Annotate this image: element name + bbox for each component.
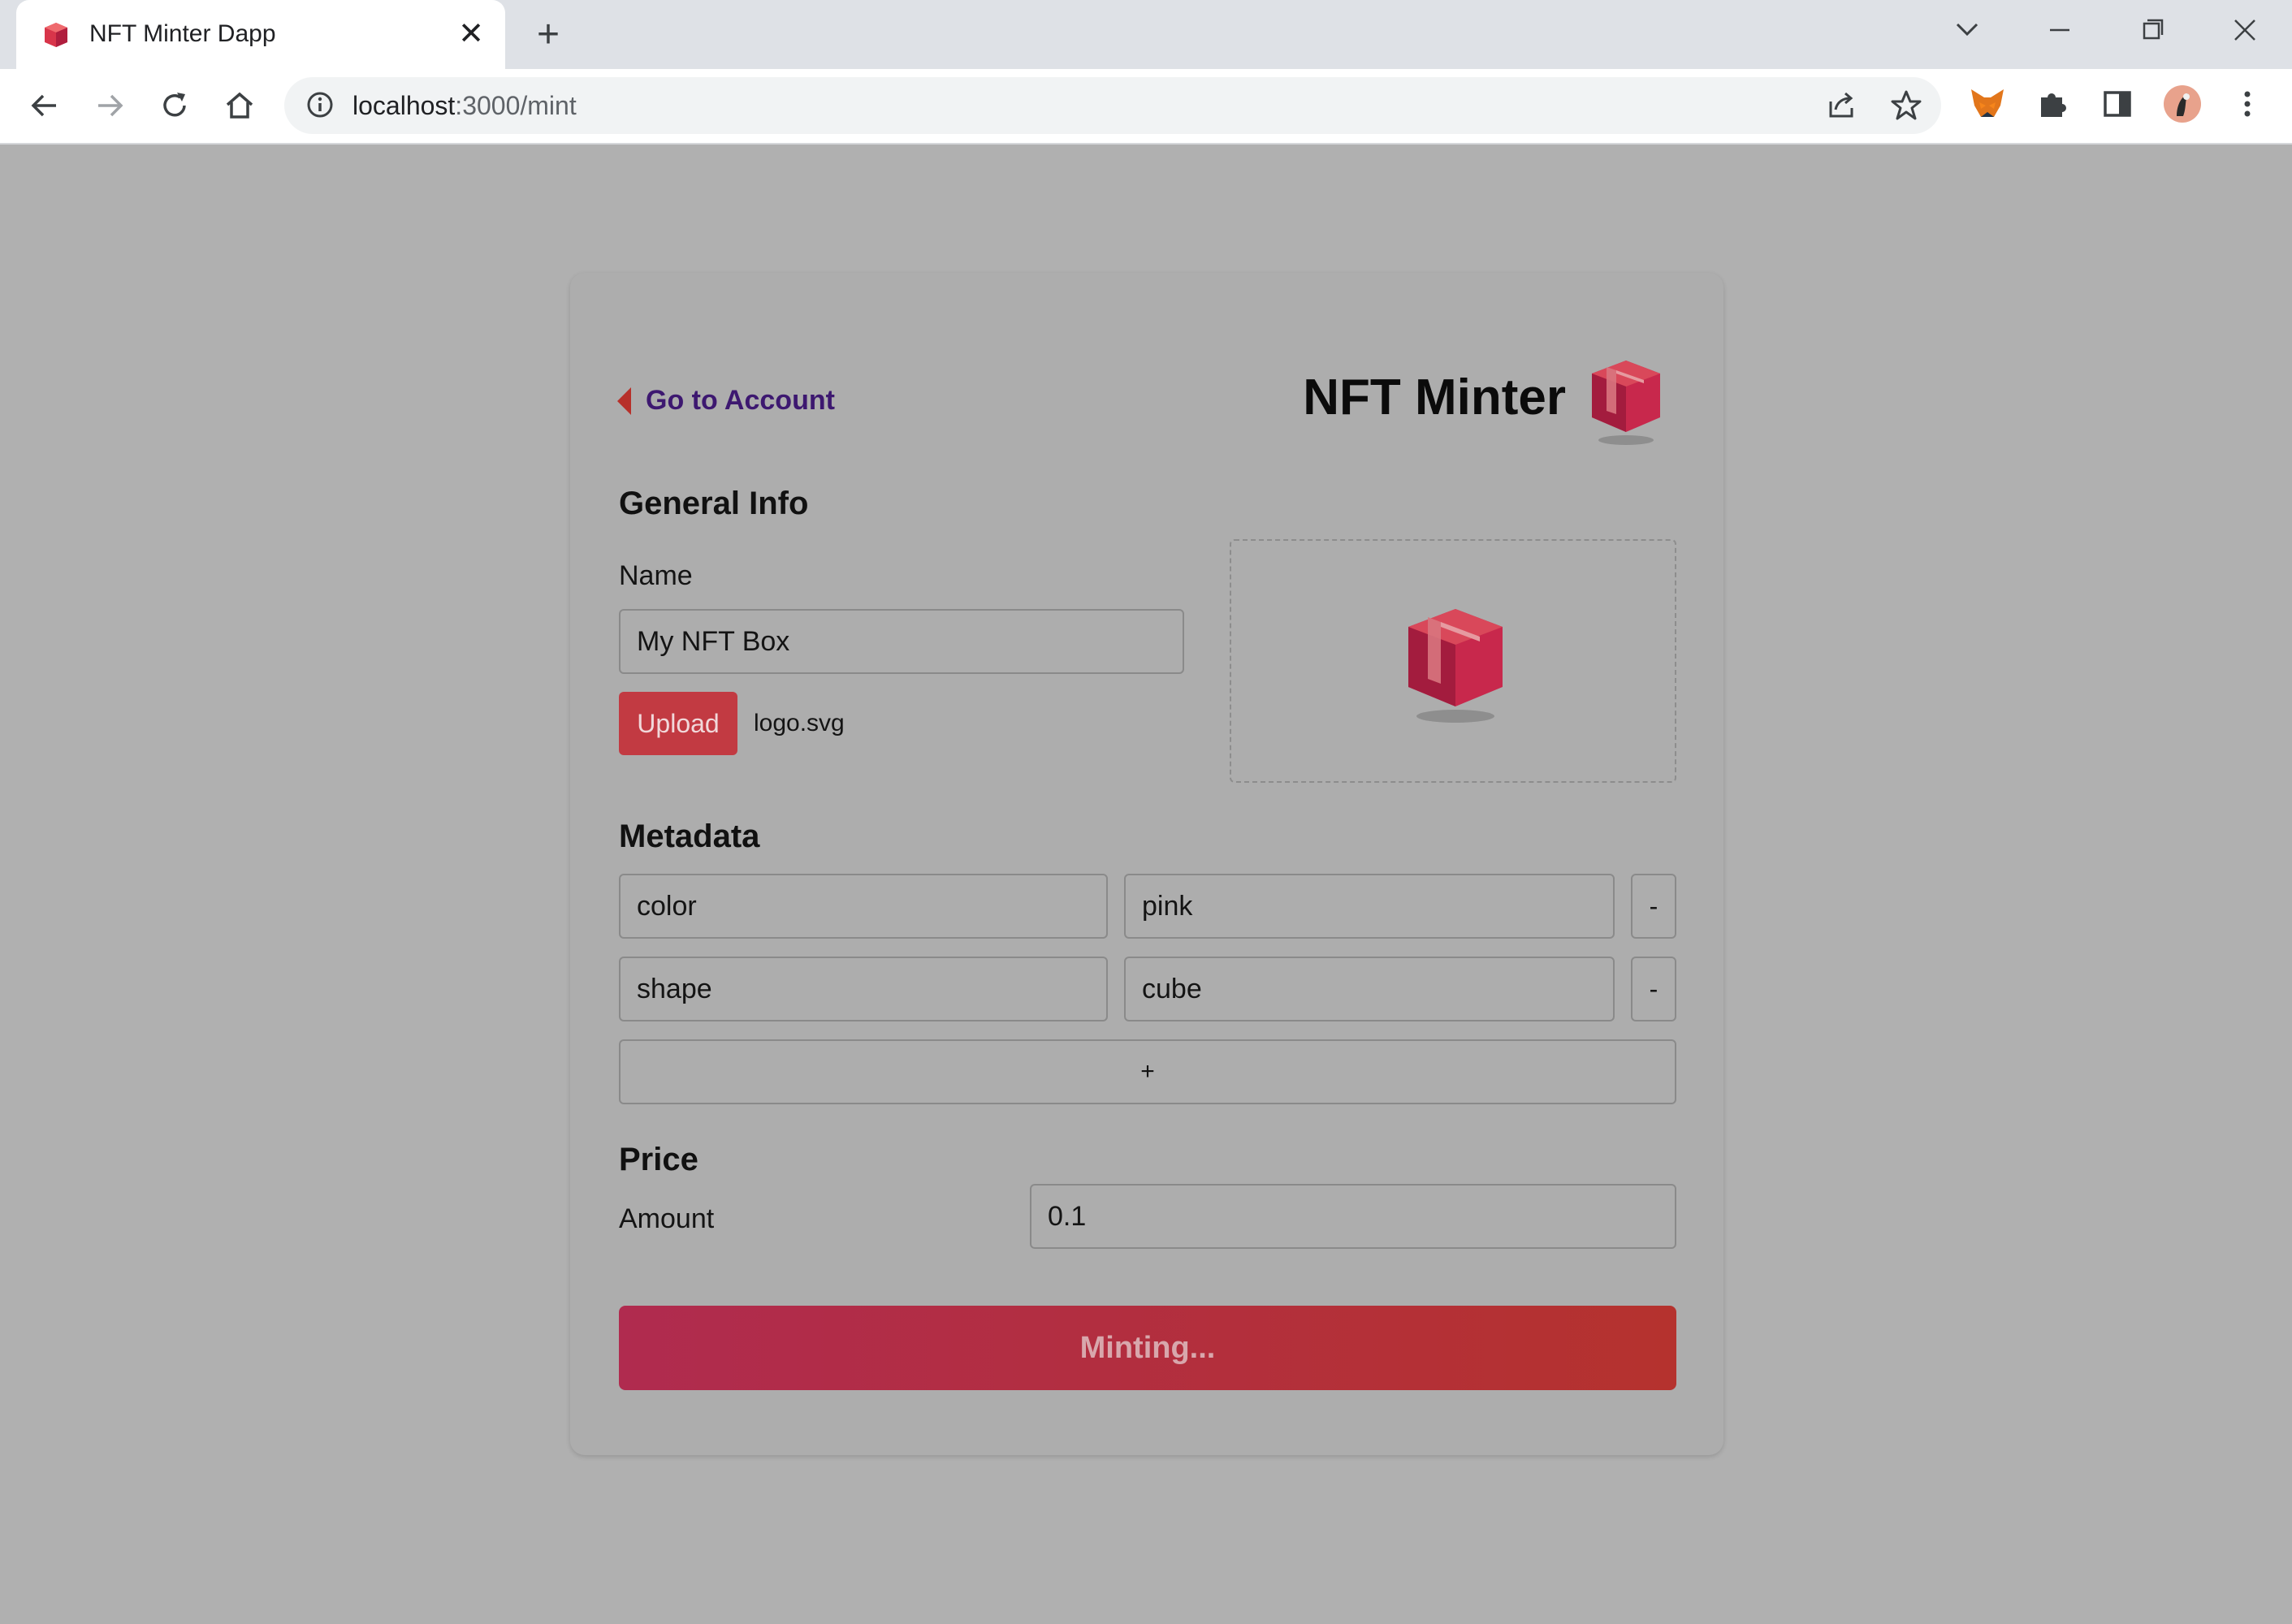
minimize-icon[interactable]	[2035, 10, 2084, 50]
window-close-icon[interactable]	[2221, 10, 2269, 50]
app-title: NFT Minter	[1303, 369, 1566, 425]
url-host: localhost	[352, 91, 456, 120]
star-icon[interactable]	[1889, 89, 1923, 123]
uploaded-file-name: logo.svg	[754, 710, 845, 736]
go-to-account-link[interactable]: Go to Account	[617, 385, 835, 417]
new-tab-plus-icon[interactable]: +	[528, 15, 569, 55]
kebab-menu-icon[interactable]	[2227, 84, 2268, 124]
close-icon[interactable]: ✕	[455, 16, 487, 52]
remove-metadata-button[interactable]: -	[1631, 957, 1676, 1021]
browser-tab-strip: NFT Minter Dapp ✕ +	[0, 0, 2292, 69]
metadata-key-input[interactable]: color	[619, 874, 1108, 939]
metadata-value-input[interactable]: pink	[1124, 874, 1615, 939]
minter-card: Go to Account NFT Minter General Info Na…	[570, 273, 1723, 1455]
amount-input[interactable]: 0.1	[1030, 1184, 1676, 1249]
upload-button[interactable]: Upload	[619, 692, 737, 755]
profile-avatar[interactable]	[2162, 84, 2203, 124]
price-heading: Price	[619, 1142, 698, 1177]
tab-title: NFT Minter Dapp	[89, 20, 276, 47]
puzzle-extension-icon[interactable]	[2032, 84, 2073, 124]
home-icon[interactable]	[219, 85, 260, 126]
metamask-fox-icon[interactable]	[1967, 84, 2008, 124]
url-path: :3000/mint	[455, 91, 577, 120]
go-to-account-label: Go to Account	[646, 385, 835, 416]
image-preview	[1230, 539, 1676, 783]
remove-metadata-button[interactable]: -	[1631, 874, 1676, 939]
metadata-value-input[interactable]: cube	[1124, 957, 1615, 1021]
forward-arrow-icon[interactable]	[89, 85, 130, 126]
share-icon[interactable]	[1824, 89, 1858, 123]
name-label: Name	[619, 560, 693, 591]
address-bar[interactable]: localhost:3000/mint	[284, 77, 1941, 134]
url-text[interactable]: localhost:3000/mint	[352, 89, 577, 122]
info-icon[interactable]	[305, 90, 335, 119]
general-info-heading: General Info	[619, 486, 809, 521]
cube-favicon-icon	[45, 23, 67, 47]
mint-button[interactable]: Minting...	[619, 1306, 1676, 1390]
reload-icon[interactable]	[154, 85, 195, 126]
restore-icon[interactable]	[2128, 10, 2177, 50]
metadata-key-input[interactable]: shape	[619, 957, 1108, 1021]
side-panel-icon[interactable]	[2097, 84, 2138, 124]
amount-label: Amount	[619, 1203, 715, 1234]
chevron-down-icon[interactable]	[1943, 10, 1991, 50]
back-arrow-icon[interactable]	[24, 85, 65, 126]
add-metadata-button[interactable]: +	[619, 1039, 1676, 1104]
name-input[interactable]: My NFT Box	[619, 609, 1184, 674]
nft-preview-image	[1408, 609, 1503, 723]
nft-cube-logo	[1592, 361, 1660, 445]
metadata-heading: Metadata	[619, 818, 760, 854]
caret-left-icon	[617, 387, 631, 415]
browser-tab[interactable]: NFT Minter Dapp ✕	[16, 0, 505, 69]
browser-toolbar: localhost:3000/mint	[0, 69, 2292, 145]
